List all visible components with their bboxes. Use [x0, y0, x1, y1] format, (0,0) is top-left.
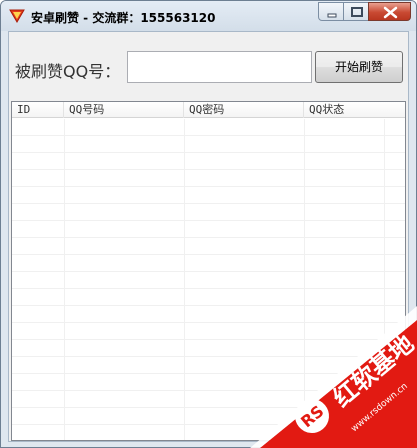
- grid-line: [12, 169, 405, 170]
- close-button[interactable]: [368, 2, 411, 21]
- qq-number-input[interactable]: [127, 51, 312, 83]
- grid-line: [12, 152, 405, 153]
- grid-line: [12, 271, 405, 272]
- app-window: 安卓刷赞 - 交流群：155563120 被刷赞QQ号： 开始刷赞 ID QQ号…: [0, 0, 417, 448]
- column-header-qq-status[interactable]: QQ状态: [304, 102, 405, 118]
- grid-line: [12, 356, 405, 357]
- grid-line: [12, 220, 405, 221]
- client-area: 被刷赞QQ号： 开始刷赞 ID QQ号码 QQ密码 QQ状态: [8, 31, 409, 442]
- grid-line: [64, 119, 65, 440]
- grid-line: [384, 119, 385, 440]
- minimize-icon: [327, 13, 337, 18]
- grid-line: [12, 390, 405, 391]
- list-body: [12, 119, 405, 440]
- grid-line: [12, 339, 405, 340]
- title-bar[interactable]: 安卓刷赞 - 交流群：155563120: [1, 1, 416, 31]
- grid-line: [184, 119, 185, 440]
- grid-line: [12, 203, 405, 204]
- app-logo-icon: [9, 9, 25, 23]
- window-title: 安卓刷赞 - 交流群：155563120: [31, 11, 216, 25]
- column-header-qq-number[interactable]: QQ号码: [64, 102, 184, 118]
- grid-line: [12, 254, 405, 255]
- account-list[interactable]: ID QQ号码 QQ密码 QQ状态: [11, 101, 406, 441]
- grid-line: [12, 135, 405, 136]
- grid-line: [12, 237, 405, 238]
- grid-line: [12, 186, 405, 187]
- qq-number-label: 被刷赞QQ号：: [15, 62, 121, 81]
- grid-line: [12, 424, 405, 425]
- column-header-qq-password[interactable]: QQ密码: [184, 102, 304, 118]
- maximize-button[interactable]: [343, 2, 369, 21]
- maximize-icon: [351, 7, 363, 17]
- close-icon: [383, 6, 398, 19]
- grid-line: [12, 373, 405, 374]
- grid-line: [12, 407, 405, 408]
- grid-line: [304, 119, 305, 440]
- list-header: ID QQ号码 QQ密码 QQ状态: [12, 102, 405, 118]
- minimize-button[interactable]: [318, 2, 344, 21]
- start-like-button[interactable]: 开始刷赞: [315, 51, 403, 83]
- column-header-id[interactable]: ID: [12, 102, 64, 118]
- grid-line: [12, 305, 405, 306]
- grid-line: [12, 322, 405, 323]
- grid-line: [12, 288, 405, 289]
